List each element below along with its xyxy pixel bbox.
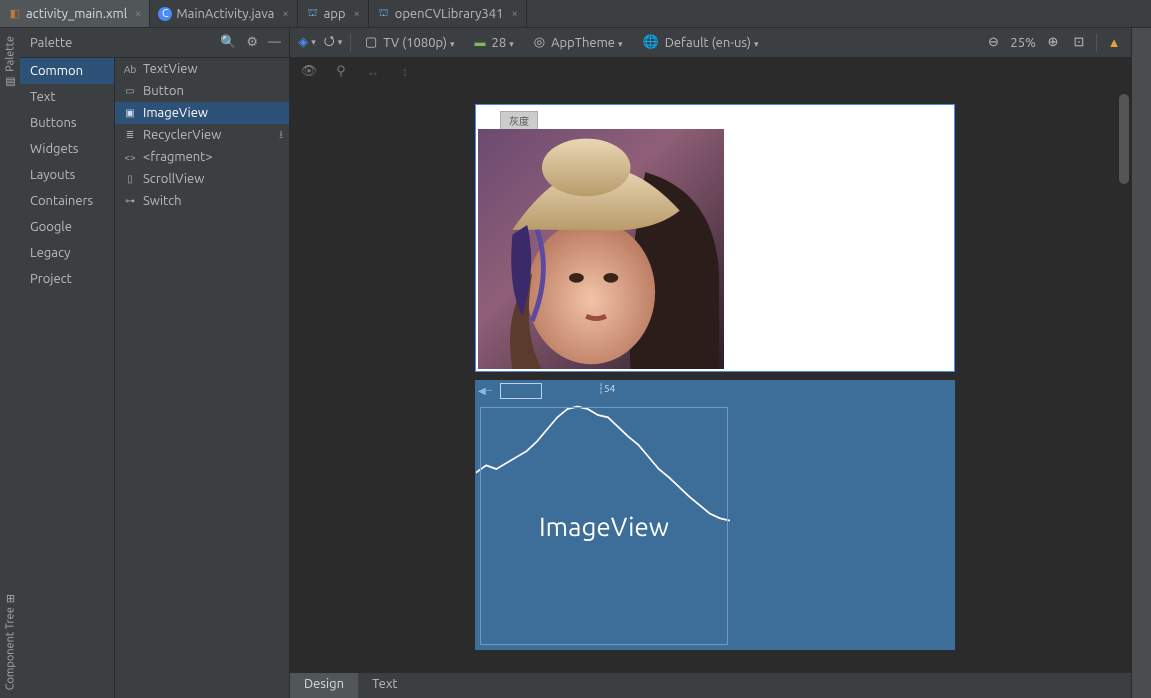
palette-panel: Palette 🔍 ⚙ — Common Text Buttons Widget… xyxy=(20,28,290,698)
tab-opencv-module[interactable]: ⛫ openCVLibrary341 × xyxy=(369,0,527,27)
category-widgets[interactable]: Widgets xyxy=(20,136,114,162)
component-scrollview[interactable]: ▯ ScrollView xyxy=(115,168,289,190)
category-legacy[interactable]: Legacy xyxy=(20,240,114,266)
minimize-icon[interactable]: — xyxy=(268,35,281,50)
tab-text[interactable]: Text xyxy=(358,673,411,698)
api-selector[interactable]: ▬ 28 xyxy=(469,36,520,50)
warning-icon[interactable]: ▲ xyxy=(1105,34,1123,52)
tab-activity-main-xml[interactable]: ◧ activity_main.xml × xyxy=(0,0,150,27)
recyclerview-icon: ≣ xyxy=(123,129,137,141)
arrow-left-right-icon[interactable]: ↔ xyxy=(364,62,382,80)
component-tree-side-tab[interactable]: Component Tree ⊞ xyxy=(4,586,17,698)
zoom-in-icon[interactable]: ⊕ xyxy=(1044,34,1062,52)
category-common[interactable]: Common xyxy=(20,58,114,84)
magnet-icon[interactable]: ⚲ xyxy=(332,62,350,80)
locale-icon: 🌐 xyxy=(643,35,659,50)
component-fragment[interactable]: <> <fragment> xyxy=(115,146,289,168)
component-imageview[interactable]: ▣ ImageView xyxy=(115,102,289,124)
tab-label: openCVLibrary341 xyxy=(395,7,504,21)
palette-categories: Common Text Buttons Widgets Layouts Cont… xyxy=(20,58,115,698)
component-textview[interactable]: Ab TextView xyxy=(115,58,289,80)
category-layouts[interactable]: Layouts xyxy=(20,162,114,188)
category-text[interactable]: Text xyxy=(20,84,114,110)
zoom-fit-icon[interactable]: ⊡ xyxy=(1070,34,1088,52)
palette-title: Palette xyxy=(30,36,72,50)
category-google[interactable]: Google xyxy=(20,214,114,240)
switch-icon: ⊶ xyxy=(123,195,137,207)
palette-components: Ab TextView ▭ Button ▣ ImageView ≣ Recyc… xyxy=(115,58,289,698)
tab-mainactivity-java[interactable]: C MainActivity.java × xyxy=(150,0,297,27)
design-toolbar: ◈ ⭯ ▢ TV (1080p) ▬ 28 ◎ AppTheme 🌐 Defau… xyxy=(290,28,1131,58)
design-sub-toolbar: 👁 ⚲ ↔ ↕ xyxy=(290,58,1131,84)
download-icon[interactable]: ⭳ xyxy=(279,126,283,145)
tab-label: MainActivity.java xyxy=(176,7,274,21)
theme-icon: ◎ xyxy=(534,35,545,50)
gear-icon[interactable]: ⚙ xyxy=(246,35,258,50)
orientation-icon[interactable]: ⭯ xyxy=(324,34,342,52)
module-icon: ⛫ xyxy=(377,7,391,21)
palette-tools: 🔍 ⚙ — xyxy=(220,35,281,50)
close-icon[interactable]: × xyxy=(282,8,288,20)
tab-app-module[interactable]: ⛫ app × xyxy=(298,0,369,27)
search-icon[interactable]: 🔍 xyxy=(220,35,236,50)
vertical-scrollbar[interactable] xyxy=(1119,94,1129,184)
imageview-placeholder[interactable]: ImageView xyxy=(480,407,728,645)
zoom-out-icon[interactable]: ⊖ xyxy=(984,34,1002,52)
design-surface-icon[interactable]: ◈ xyxy=(298,34,316,52)
component-switch[interactable]: ⊶ Switch xyxy=(115,190,289,212)
xml-icon: ◧ xyxy=(8,7,22,21)
java-icon: C xyxy=(158,7,172,21)
lena-image-icon[interactable] xyxy=(478,129,724,369)
imageview-icon: ▣ xyxy=(123,107,137,119)
theme-selector[interactable]: ◎ AppTheme xyxy=(528,35,629,50)
tab-design[interactable]: Design xyxy=(290,673,358,698)
palette-stack-icon: ▤ xyxy=(4,76,17,89)
preview-top-layout[interactable]: 灰度 xyxy=(475,104,955,372)
design-canvas[interactable]: 灰度 xyxy=(290,84,1131,672)
ruler-value: ┆54 xyxy=(598,383,615,395)
component-button[interactable]: ▭ Button xyxy=(115,80,289,102)
fragment-icon: <> xyxy=(123,152,137,163)
android-icon: ▬ xyxy=(475,37,486,49)
constraint-anchor: ◀┄ xyxy=(478,383,542,399)
textview-icon: Ab xyxy=(123,64,137,75)
palette-header: Palette 🔍 ⚙ — xyxy=(20,28,289,58)
right-rail xyxy=(1131,28,1151,698)
device-icon: ▢ xyxy=(365,35,377,50)
palette-side-tab[interactable]: ▤ Palette xyxy=(4,28,17,97)
arrow-up-down-icon[interactable]: ↕ xyxy=(396,62,414,80)
scrollview-icon: ▯ xyxy=(123,173,137,185)
design-editor: ◈ ⭯ ▢ TV (1080p) ▬ 28 ◎ AppTheme 🌐 Defau… xyxy=(290,28,1131,698)
category-buttons[interactable]: Buttons xyxy=(20,110,114,136)
tab-label: activity_main.xml xyxy=(26,7,127,21)
left-rail: ▤ Palette Component Tree ⊞ xyxy=(0,28,20,698)
button-icon: ▭ xyxy=(123,85,137,97)
locale-selector[interactable]: 🌐 Default (en-us) xyxy=(637,35,765,50)
tree-icon: ⊞ xyxy=(4,594,17,603)
eye-icon[interactable]: 👁 xyxy=(300,62,318,80)
close-icon[interactable]: × xyxy=(135,8,141,20)
close-icon[interactable]: × xyxy=(354,8,360,20)
category-containers[interactable]: Containers xyxy=(20,188,114,214)
editor-bottom-tabs: Design Text xyxy=(290,672,1131,698)
file-tabs: ◧ activity_main.xml × C MainActivity.jav… xyxy=(0,0,1151,28)
device-preview[interactable]: 灰度 xyxy=(475,104,955,650)
category-project[interactable]: Project xyxy=(20,266,114,292)
close-icon[interactable]: × xyxy=(511,8,517,20)
component-recyclerview[interactable]: ≣ RecyclerView ⭳ xyxy=(115,124,289,146)
tab-label: app xyxy=(324,7,346,21)
zoom-level: 25% xyxy=(1010,36,1036,50)
module-icon: ⛫ xyxy=(306,7,320,21)
device-selector[interactable]: ▢ TV (1080p) xyxy=(359,35,461,50)
grayscale-button[interactable]: 灰度 xyxy=(500,111,538,130)
preview-bottom-imageview[interactable]: ◀┄ ┆54 ImageView xyxy=(475,380,955,650)
